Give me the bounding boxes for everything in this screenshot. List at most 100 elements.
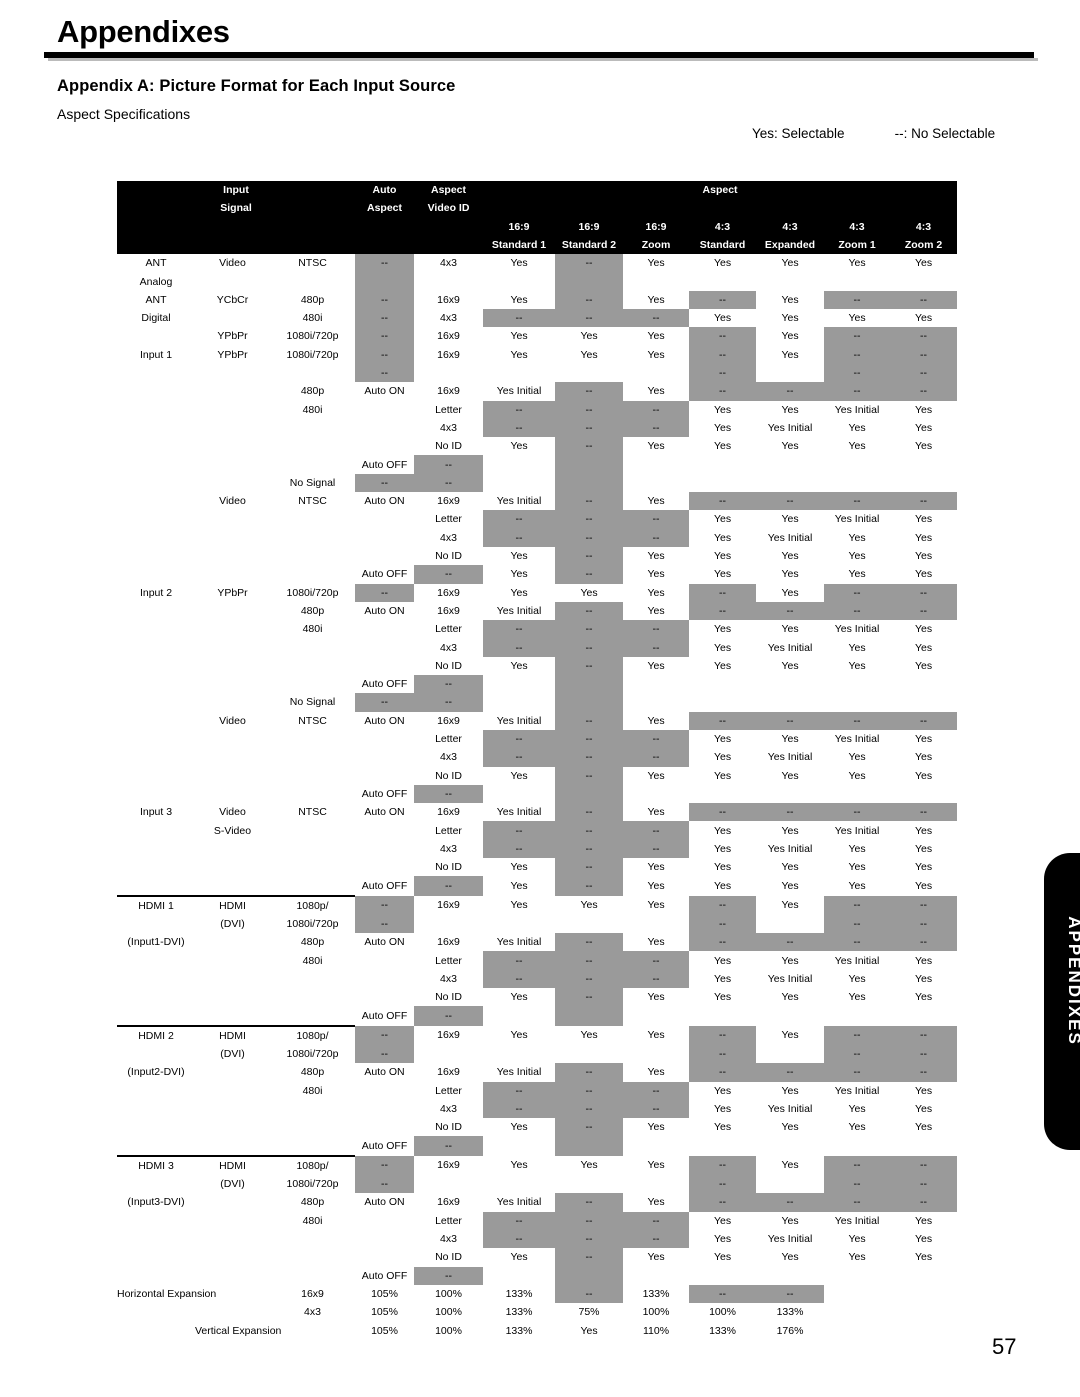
cell-r1-c3: NTSC (298, 257, 327, 270)
cell-r41-c8: Yes (647, 991, 665, 1004)
table-row: Analog (117, 272, 957, 291)
table-row: Auto OFF -- (117, 784, 957, 804)
aspect-specifications-subheading: Aspect Specifications (57, 106, 191, 122)
cell-r41-c9: Yes (713, 991, 732, 1004)
cell-r30-c5: -- (414, 784, 484, 804)
cell-r47-c4 (355, 1100, 414, 1118)
cell-r48-c8: Yes (647, 1121, 665, 1134)
table-header-row-2: Signal Aspect Video ID (117, 199, 958, 218)
cell-r8-c8: Yes (647, 385, 665, 398)
cell-r7-c12: -- (890, 363, 958, 383)
cell-r33-c11: Yes (848, 842, 866, 855)
cell-r47-c5: 4x3 (440, 1102, 457, 1115)
table-row: Auto OFF -- Yes -- Yes Yes Yes Yes Yes (117, 876, 957, 896)
cell-r17-c4 (355, 547, 414, 565)
cell-r48-c1 (117, 1118, 195, 1136)
cell-r58-c2 (195, 1303, 270, 1321)
cell-r35-c12: Yes (914, 879, 933, 892)
cell-r5-c10: Yes (781, 330, 799, 343)
cell-r46-c1 (117, 1082, 195, 1100)
cell-r49-c7 (555, 1136, 624, 1156)
cell-r42-c8 (623, 1006, 689, 1025)
cell-r7-c9: -- (689, 363, 757, 383)
cell-r9-c11: Yes Initial (834, 403, 880, 416)
title-rule-shadow (48, 58, 1038, 61)
cell-r47-c8: -- (623, 1099, 690, 1119)
cell-r52-c1: (Input3-DVI) (127, 1196, 185, 1209)
cell-r16-c11: Yes (848, 531, 866, 544)
cell-r28-c7: -- (555, 748, 624, 767)
cell-r44-c9: -- (689, 1044, 757, 1064)
cell-r46-c3: 480i (302, 1084, 323, 1097)
cell-r9-c10: Yes (781, 403, 799, 416)
cell-r33-c2 (195, 840, 270, 858)
cell-r12-c8 (623, 455, 689, 473)
cell-r27-c3 (270, 730, 355, 748)
cell-r29-c11: Yes (848, 769, 866, 782)
table-row: -- -- -- -- (117, 363, 958, 383)
cell-r50-c1: HDMI 3 (117, 1154, 195, 1176)
cell-r6-c2: YPbPr (217, 348, 248, 361)
cell-r49-c6 (483, 1136, 555, 1155)
cell-r59-c3 (270, 1321, 355, 1339)
cell-r39-c4 (355, 951, 414, 969)
cell-r40-c8: -- (623, 969, 690, 989)
cell-r35-c1 (117, 876, 195, 895)
cell-r32-c7: -- (555, 821, 624, 840)
cell-r44-c12: -- (890, 1044, 958, 1064)
cell-r17-c12: Yes (914, 550, 933, 563)
cell-r56-c10 (756, 1267, 824, 1285)
cell-r53-c11: Yes Initial (834, 1214, 880, 1227)
cell-r12-c12 (890, 455, 957, 473)
cell-r29-c2 (195, 767, 270, 785)
cell-r16-c9: Yes (713, 531, 732, 544)
cell-r34-c10: Yes (781, 861, 799, 874)
cell-r8-c9: -- (689, 382, 757, 401)
cell-r13-c8 (623, 474, 689, 492)
cell-r16-c10: Yes Initial (767, 531, 813, 544)
cell-r50-c11: -- (824, 1155, 891, 1176)
cell-r31-c12: -- (890, 803, 958, 822)
cell-r27-c10: Yes (781, 733, 799, 746)
cell-r24-c12 (890, 675, 957, 693)
cell-r15-c1 (117, 510, 195, 528)
cell-r29-c5: No ID (435, 769, 462, 782)
table-row: Letter -- -- -- Yes Yes Yes Initial Yes (117, 510, 957, 529)
cell-r3-c1: ANT (145, 293, 167, 306)
cell-r21-c1 (117, 620, 195, 638)
cell-r3-c7: -- (555, 290, 624, 310)
cell-r21-c12: Yes (914, 623, 933, 636)
cell-r58-c8: 100% (642, 1306, 670, 1319)
cell-r23-c7: -- (555, 656, 624, 676)
cell-r30-c10 (756, 785, 824, 803)
cell-r40-c9: Yes (713, 972, 732, 985)
cell-r18-c5: -- (414, 565, 484, 584)
cell-r11-c5: No ID (435, 440, 462, 453)
header-col-5-line1: 4:3 (756, 217, 825, 236)
cell-r49-c11 (824, 1136, 890, 1155)
cell-r33-c6: -- (483, 839, 556, 858)
cell-r46-c10: Yes (781, 1084, 799, 1097)
cell-r49-c5: -- (414, 1136, 484, 1156)
cell-r30-c1 (117, 785, 195, 803)
table-row: Input 2 YPbPr 1080i/720p -- 16x9 Yes Yes Yes -- Y… (117, 583, 958, 602)
cell-r23-c2 (195, 657, 270, 675)
cell-r32-c11: Yes Initial (834, 824, 880, 837)
cell-r58-c4: 105% (371, 1306, 398, 1319)
cell-r59-c5: 100% (435, 1324, 462, 1337)
cell-r25-c5: -- (414, 693, 484, 712)
table-row: Video NTSC Auto ON 16x9 Yes Initial -- Yes -- --… (117, 492, 958, 511)
cell-r57-c8: 133% (642, 1287, 670, 1300)
cell-r26-c7: -- (555, 711, 624, 730)
cell-r11-c3 (270, 437, 355, 455)
cell-r53-c8: -- (623, 1211, 690, 1230)
header-col-2-line1: 16:9 (555, 217, 624, 236)
cell-r8-c10: -- (756, 382, 825, 401)
cell-r38-c6: Yes Initial (496, 936, 542, 949)
cell-r50-c5: 16x9 (437, 1159, 460, 1172)
cell-r6-c6: Yes (510, 348, 528, 361)
cell-r6-c11: -- (824, 345, 891, 364)
cell-r52-c2 (195, 1193, 270, 1211)
cell-r31-c4: Auto ON (364, 806, 405, 819)
cell-r52-c9: -- (689, 1193, 757, 1212)
